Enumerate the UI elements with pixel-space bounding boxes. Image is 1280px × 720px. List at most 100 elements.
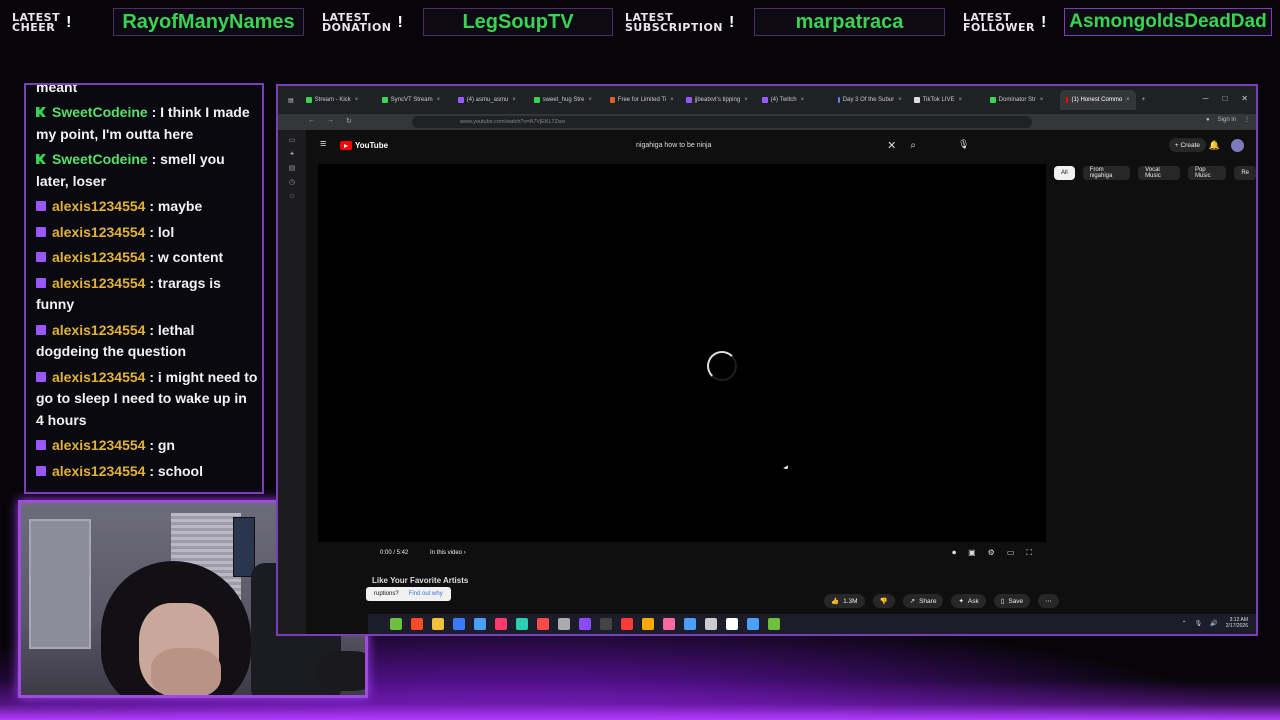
tab-close-icon[interactable]: ×: [1126, 97, 1130, 103]
tray-mic-icon[interactable]: 🎙: [1195, 620, 1203, 627]
browser-tab[interactable]: (4) asmu_asmu ×: [452, 90, 528, 110]
taskbar-app-icon[interactable]: [768, 618, 780, 630]
chapters-button[interactable]: In this video ›: [430, 550, 466, 556]
taskbar-app-icon[interactable]: [411, 618, 423, 630]
tab-close-icon[interactable]: ×: [437, 97, 441, 103]
tab-close-icon[interactable]: ×: [801, 97, 805, 103]
tray-chevron-icon[interactable]: ⌃: [1182, 620, 1187, 627]
taskbar-app-icon[interactable]: [600, 618, 612, 630]
chat-username[interactable]: SweetCodeine: [52, 151, 148, 167]
captions-icon[interactable]: ▣: [968, 548, 976, 558]
theater-icon[interactable]: ▭: [1007, 548, 1015, 558]
back-icon[interactable]: ←: [308, 117, 315, 125]
taskbar-app-icon[interactable]: [705, 618, 717, 630]
close-icon[interactable]: ✕: [1241, 94, 1248, 103]
hamburger-icon[interactable]: ≡: [320, 138, 326, 150]
sidebar-tab-icon[interactable]: ▭: [289, 136, 296, 144]
fullscreen-icon[interactable]: ⛶: [1026, 548, 1032, 558]
forward-icon[interactable]: →: [327, 117, 334, 125]
reload-icon[interactable]: ↻: [346, 117, 352, 125]
tab-close-icon[interactable]: ×: [670, 97, 674, 103]
taskbar-app-icon[interactable]: [537, 618, 549, 630]
sidebar-sparkle-icon[interactable]: ✦: [289, 150, 295, 158]
clear-search-icon[interactable]: ✕: [887, 139, 896, 152]
chat-username[interactable]: alexis1234554: [52, 224, 145, 240]
browser-tab[interactable]: Free for Limited Ti ×: [604, 90, 680, 110]
tab-close-icon[interactable]: ×: [588, 97, 592, 103]
browser-tab[interactable]: Dominator Str ×: [984, 90, 1060, 110]
taskbar-app-icon[interactable]: [684, 618, 696, 630]
taskbar-app-icon[interactable]: [747, 618, 759, 630]
ask-button[interactable]: ✦ Ask: [951, 594, 986, 608]
save-button[interactable]: ▯ Save: [993, 594, 1031, 608]
like-button[interactable]: 👍 1.3M: [824, 594, 865, 608]
tab-close-icon[interactable]: ×: [512, 97, 516, 103]
taskbar-app-icon[interactable]: [390, 618, 402, 630]
chat-username[interactable]: alexis1234554: [52, 322, 145, 338]
tab-close-icon[interactable]: ×: [744, 97, 748, 103]
filter-chip[interactable]: Re: [1234, 166, 1256, 180]
taskbar-app-icon[interactable]: [579, 618, 591, 630]
find-out-why-link[interactable]: Find out why: [409, 591, 443, 597]
youtube-logo[interactable]: YouTube: [340, 141, 388, 150]
address-bar[interactable]: www.youtube.com/watch?v=A7VjEKL7Zwo: [412, 116, 1032, 128]
share-button[interactable]: ↗ Share: [902, 594, 944, 608]
settings-icon[interactable]: ⚙: [988, 548, 995, 558]
search-input[interactable]: nigahiga how to be ninja: [636, 142, 887, 149]
taskbar-app-icon[interactable]: [642, 618, 654, 630]
tab-close-icon[interactable]: ×: [898, 97, 902, 103]
filter-chip[interactable]: Pop Music: [1187, 166, 1227, 180]
notifications-icon[interactable]: 🔔: [1209, 140, 1220, 151]
filter-chip[interactable]: From nigahiga: [1082, 166, 1131, 180]
taskbar-app-icon[interactable]: [453, 618, 465, 630]
browser-tab[interactable]: (4) Twitch ×: [756, 90, 832, 110]
browser-tab[interactable]: Day 3 Of the Subur ×: [832, 90, 908, 110]
taskbar-app-icon[interactable]: [663, 618, 675, 630]
browser-tab[interactable]: jjbeatxvt's tipping ×: [680, 90, 756, 110]
new-tab-icon[interactable]: +: [1136, 90, 1152, 110]
sidebar-history-icon[interactable]: ◷: [289, 178, 295, 186]
tab-close-icon[interactable]: ×: [355, 97, 359, 103]
search-box[interactable]: nigahiga how to be ninja ✕ ⌕: [636, 136, 916, 154]
tray-volume-icon[interactable]: 🔊: [1210, 620, 1217, 627]
taskbar-app-icon[interactable]: [495, 618, 507, 630]
taskbar-clock[interactable]: 3:12 AM 2/17/2026: [1226, 617, 1248, 629]
chat-username[interactable]: alexis1234554: [52, 463, 145, 479]
chat-username[interactable]: SweetCodeine: [52, 104, 148, 120]
tab-close-icon[interactable]: ×: [1040, 97, 1044, 103]
tab-close-icon[interactable]: ×: [958, 97, 962, 103]
create-button[interactable]: + Create: [1168, 138, 1206, 152]
taskbar-app-icon[interactable]: [726, 618, 738, 630]
taskbar-app-icon[interactable]: [474, 618, 486, 630]
chat-username[interactable]: alexis1234554: [52, 369, 145, 385]
filter-chip[interactable]: Vocal Music: [1138, 166, 1180, 180]
maximize-icon[interactable]: □: [1222, 94, 1227, 103]
autoplay-toggle[interactable]: ⏺: [952, 548, 956, 558]
taskbar-app-icon[interactable]: [432, 618, 444, 630]
profile-icon[interactable]: ●: [1206, 117, 1210, 123]
chat-username[interactable]: alexis1234554: [52, 249, 145, 265]
chat-username[interactable]: alexis1234554: [52, 275, 145, 291]
voice-search-icon[interactable]: 🎙: [958, 139, 969, 150]
taskbar-app-icon[interactable]: [621, 618, 633, 630]
minimize-icon[interactable]: ─: [1203, 94, 1209, 103]
sidebar-folder-icon[interactable]: ▤: [289, 164, 296, 172]
filter-chip[interactable]: All: [1054, 166, 1075, 180]
menu-icon[interactable]: ⋮: [1244, 116, 1250, 123]
browser-tab[interactable]: (1) Honest Commo ×: [1059, 90, 1136, 110]
search-icon[interactable]: ⌕: [910, 140, 916, 151]
video-player[interactable]: [318, 164, 1046, 542]
taskbar-app-icon[interactable]: [516, 618, 528, 630]
sidebar-star-icon[interactable]: ☆: [289, 192, 295, 200]
tab-actions-icon[interactable]: ▤: [282, 90, 300, 110]
chat-username[interactable]: alexis1234554: [52, 437, 145, 453]
taskbar-app-icon[interactable]: [558, 618, 570, 630]
sign-in-link[interactable]: Sign in: [1218, 117, 1236, 123]
dislike-button[interactable]: 👎: [872, 594, 895, 608]
more-actions-button[interactable]: ⋯: [1038, 594, 1059, 608]
browser-tab[interactable]: sweet_hug Stre ×: [528, 90, 604, 110]
chat-username[interactable]: alexis1234554: [52, 198, 145, 214]
browser-tab[interactable]: Stream - Kick ×: [300, 90, 376, 110]
browser-tab[interactable]: TikTok LIVE ×: [908, 90, 984, 110]
avatar[interactable]: [1231, 139, 1244, 152]
